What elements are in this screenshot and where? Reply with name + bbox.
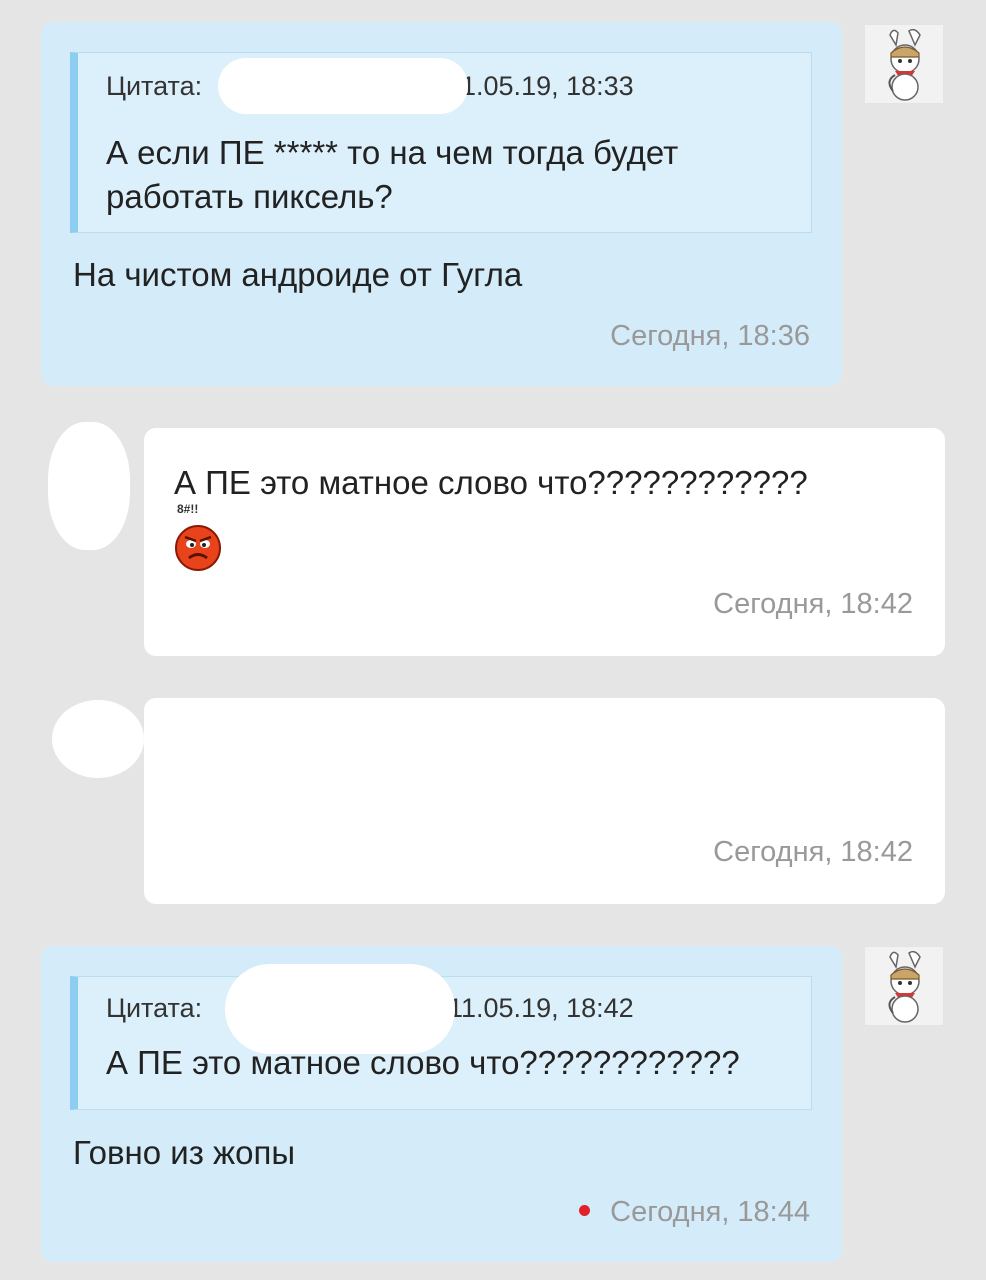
emoji-caption: 8#!! [177, 502, 199, 516]
message-time: Сегодня, 18:42 [713, 588, 913, 620]
message-time: Сегодня, 18:42 [713, 836, 913, 868]
own-avatar[interactable] [864, 946, 944, 1026]
mi-bunny-avatar-icon [888, 28, 921, 101]
message-time-row: Сегодня, 18:44 [579, 1196, 810, 1229]
message-time: Сегодня, 18:36 [610, 320, 810, 352]
message-bubble-own[interactable]: Цитата: 11.05.19, 18:42 А ПЕ это матное … [41, 946, 842, 1262]
quote-header: Цитата: 11.05.19, 18:33 [106, 71, 634, 102]
quote-header: Цитата: 11.05.19, 18:42 [106, 993, 634, 1024]
message-text: А ПЕ это матное слово что???????????? [174, 464, 808, 501]
message-bubble-other[interactable]: Сегодня, 18:42 [144, 698, 945, 904]
message-bubble-other[interactable]: А ПЕ это матное слово что???????????? 8#… [144, 428, 945, 656]
redacted-name [218, 58, 468, 114]
quote-text: А ПЕ это матное слово что???????????? [106, 1044, 740, 1081]
other-avatar[interactable] [52, 700, 144, 778]
quote-date: 11.05.19, 18:42 [448, 993, 634, 1023]
unread-dot-icon [579, 1204, 591, 1216]
quote-date: 11.05.19, 18:33 [448, 71, 634, 101]
angry-face-icon [175, 525, 221, 571]
message-text: На чистом андроиде от Гугла [73, 256, 523, 293]
quote-label: Цитата: [106, 71, 203, 101]
message-bubble-own[interactable]: Цитата: 11.05.19, 18:33 А если ПЕ ***** … [41, 22, 842, 386]
quote-text: А если ПЕ ***** то на чем тогда будет ра… [106, 134, 679, 215]
quote-label: Цитата: [106, 993, 203, 1023]
message-text: Говно из жопы [73, 1134, 296, 1171]
mi-bunny-avatar-icon [888, 950, 921, 1023]
redacted-name [225, 964, 455, 1054]
own-avatar[interactable] [864, 24, 944, 104]
other-avatar[interactable] [48, 422, 130, 550]
message-time: Сегодня, 18:44 [610, 1196, 810, 1228]
